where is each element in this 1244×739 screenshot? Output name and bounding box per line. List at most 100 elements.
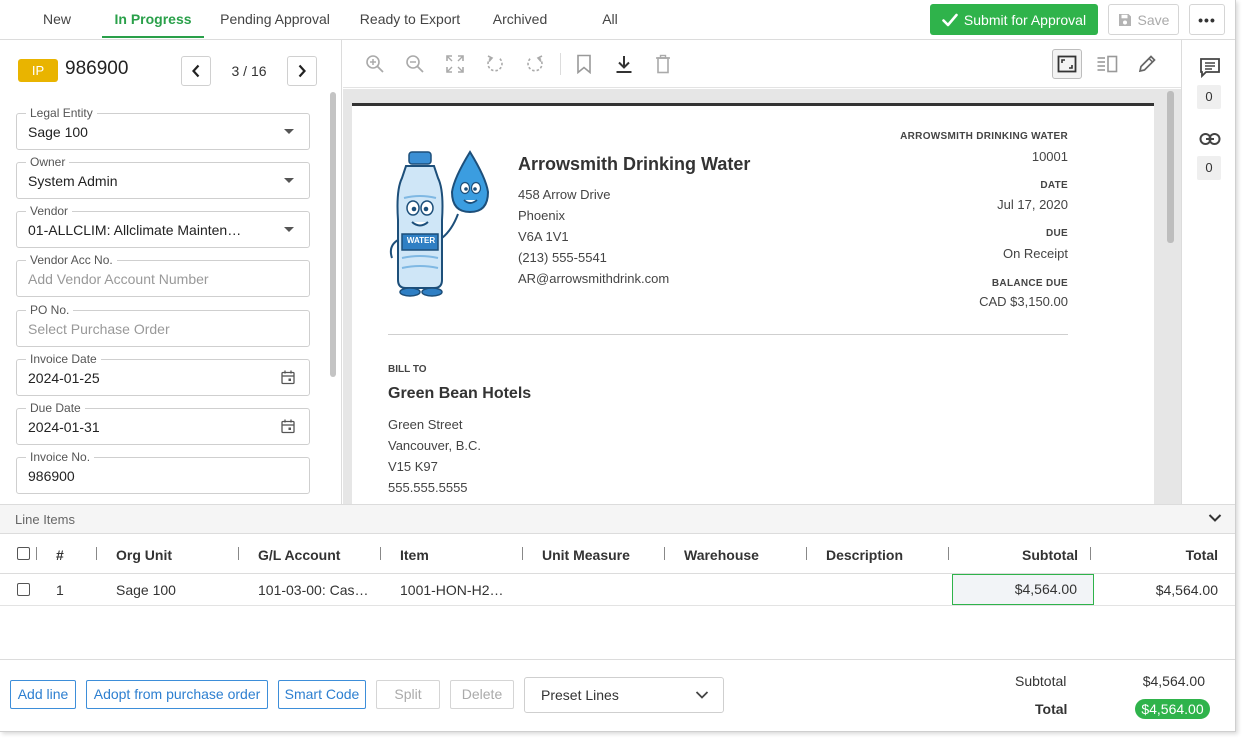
adopt-from-po-button[interactable]: Adopt from purchase order: [86, 680, 268, 709]
rotate-right-icon[interactable]: [523, 52, 547, 76]
vendor-email: AR@arrowsmithdrink.com: [518, 271, 670, 286]
more-options-button[interactable]: •••: [1189, 4, 1225, 35]
trash-icon[interactable]: [651, 52, 675, 76]
preset-lines-label: Preset Lines: [541, 687, 619, 703]
form-scrollbar[interactable]: [330, 92, 336, 377]
invoice-no-label: Invoice No.: [26, 450, 95, 464]
comments-icon[interactable]: [1198, 56, 1222, 80]
smart-code-button[interactable]: Smart Code: [278, 680, 366, 709]
delete-button[interactable]: Delete: [450, 680, 514, 709]
preset-lines-select[interactable]: Preset Lines: [524, 677, 724, 713]
balance-due-value: CAD $3,150.00: [979, 294, 1068, 309]
column-divider: [238, 547, 239, 560]
column-divider: [664, 547, 665, 560]
row-org-unit[interactable]: Sage 100: [116, 582, 176, 598]
po-number-field[interactable]: PO No. Select Purchase Order: [16, 303, 310, 347]
rotate-left-icon[interactable]: [483, 52, 507, 76]
document-canvas[interactable]: WATER Arrowsmith Drinking Water 458 Arro…: [343, 89, 1181, 504]
split-view-icon[interactable]: [1095, 52, 1119, 76]
chevron-right-icon: [298, 64, 306, 78]
column-divider: [36, 547, 37, 560]
row-gl-account[interactable]: 101-03-00: Cas…: [258, 582, 369, 598]
due-value: On Receipt: [1002, 246, 1068, 261]
vendor-acc-placeholder: Add Vendor Account Number: [28, 271, 209, 287]
subtotal-label: Subtotal: [1015, 673, 1067, 689]
bill-to-label: BILL TO: [388, 364, 427, 375]
zoom-in-icon[interactable]: [363, 52, 387, 76]
invoice-date-label: Invoice Date: [26, 352, 101, 366]
row-subtotal-cell[interactable]: $4,564.00: [952, 574, 1094, 605]
tab-ready-to-export[interactable]: Ready to Export: [352, 0, 468, 38]
legal-entity-select[interactable]: Legal Entity Sage 100: [16, 106, 310, 150]
column-header-unit-measure[interactable]: Unit Measure: [542, 547, 630, 563]
invoice-date-value: 2024-01-25: [28, 370, 100, 386]
submit-for-approval-button[interactable]: Submit for Approval: [930, 4, 1098, 35]
vendor-address-line: V6A 1V1: [518, 229, 569, 244]
line-items-table-header: # Org Unit G/L Account Item Unit Measure…: [0, 538, 1235, 574]
due-date-label: Due Date: [26, 401, 85, 415]
select-all-checkbox[interactable]: [17, 547, 30, 560]
invoice-date-field[interactable]: Invoice Date 2024-01-25: [16, 352, 310, 396]
calendar-icon[interactable]: [281, 370, 295, 385]
links-count: 0: [1197, 156, 1221, 180]
column-header-org-unit[interactable]: Org Unit: [116, 547, 172, 563]
column-header-item[interactable]: Item: [400, 547, 429, 563]
tab-new[interactable]: New: [22, 0, 92, 38]
app-window: New In Progress Pending Approval Ready t…: [0, 0, 1236, 732]
submit-label: Submit for Approval: [963, 11, 1087, 28]
next-document-button[interactable]: [287, 56, 317, 86]
fit-page-icon[interactable]: [1052, 49, 1082, 79]
tab-pending-approval[interactable]: Pending Approval: [214, 0, 336, 38]
vendor-select[interactable]: Vendor 01-ALLCLIM: Allclimate Mainten…: [16, 204, 310, 248]
column-divider: [96, 547, 97, 560]
link-icon[interactable]: [1198, 127, 1222, 151]
table-row[interactable]: 1 Sage 100 101-03-00: Cas… 1001-HON-H2… …: [0, 574, 1235, 606]
column-header-number[interactable]: #: [56, 547, 64, 563]
tab-archived[interactable]: Archived: [484, 0, 556, 38]
bookmark-icon[interactable]: [572, 52, 596, 76]
vendor-account-number-field[interactable]: Vendor Acc No. Add Vendor Account Number: [16, 253, 310, 297]
chevron-down-icon[interactable]: [1208, 513, 1222, 523]
po-no-placeholder: Select Purchase Order: [28, 321, 170, 337]
comments-count: 0: [1197, 85, 1221, 109]
floppy-disk-icon: [1118, 13, 1131, 26]
fullscreen-icon[interactable]: [443, 52, 467, 76]
invoice-divider: [388, 334, 1068, 335]
download-icon[interactable]: [612, 52, 636, 76]
viewer-scrollbar[interactable]: [1167, 91, 1174, 243]
tab-all[interactable]: All: [590, 0, 630, 38]
column-divider: [380, 547, 381, 560]
calendar-icon[interactable]: [281, 419, 295, 434]
line-items-header[interactable]: Line Items: [0, 504, 1235, 534]
viewer-toolbar: [343, 40, 1181, 88]
invoice-number-field[interactable]: Invoice No. 986900: [16, 450, 310, 494]
document-viewer: WATER Arrowsmith Drinking Water 458 Arro…: [343, 40, 1181, 504]
due-date-field[interactable]: Due Date 2024-01-31: [16, 401, 310, 445]
chevron-down-icon: [695, 691, 709, 699]
column-header-subtotal[interactable]: Subtotal: [990, 547, 1078, 563]
annotate-pencil-icon[interactable]: [1135, 52, 1159, 76]
legal-entity-value: Sage 100: [28, 124, 88, 140]
column-header-total[interactable]: Total: [1140, 547, 1218, 563]
column-header-description[interactable]: Description: [826, 547, 903, 563]
column-divider: [1090, 547, 1091, 560]
status-badge: IP: [18, 59, 58, 82]
date-label: DATE: [1040, 180, 1068, 191]
column-header-warehouse[interactable]: Warehouse: [684, 547, 759, 563]
owner-select[interactable]: Owner System Admin: [16, 155, 310, 199]
invoice-header-number: 10001: [1031, 149, 1068, 164]
row-item[interactable]: 1001-HON-H2…: [400, 582, 503, 598]
split-button[interactable]: Split: [376, 680, 440, 709]
zoom-out-icon[interactable]: [403, 52, 427, 76]
previous-document-button[interactable]: [181, 56, 211, 86]
column-header-gl-account[interactable]: G/L Account: [258, 547, 340, 563]
add-line-button[interactable]: Add line: [10, 680, 76, 709]
column-divider: [522, 547, 523, 560]
column-divider: [948, 547, 949, 560]
row-checkbox[interactable]: [17, 583, 30, 596]
tab-in-progress[interactable]: In Progress: [102, 0, 204, 38]
save-button[interactable]: Save: [1108, 4, 1179, 35]
dropdown-caret-icon: [284, 227, 294, 232]
right-rail: 0 0: [1181, 40, 1235, 504]
bill-to-name: Green Bean Hotels: [388, 385, 532, 402]
